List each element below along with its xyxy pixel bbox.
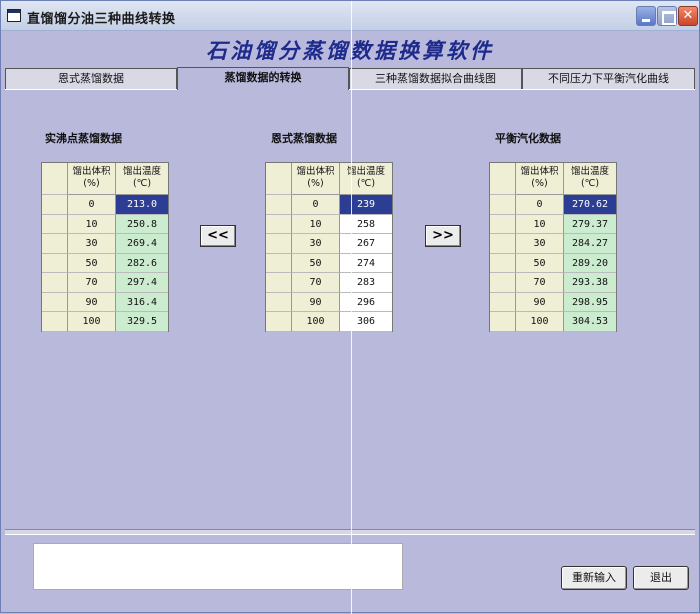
col-header-volume: 馏出体积 (%): [516, 163, 564, 195]
table-row[interactable]: 100 306: [266, 312, 392, 332]
ens-data-grid[interactable]: 馏出体积 (%) 馏出温度 (℃) 0 239 10 258 30 267 50 274…: [265, 162, 393, 332]
table-row[interactable]: 30 284.27: [490, 234, 616, 254]
table-row[interactable]: 10 258: [266, 214, 392, 234]
temp-cell[interactable]: 267: [340, 234, 392, 254]
temp-cell[interactable]: 306: [340, 312, 392, 332]
tab-fitting-curves[interactable]: 三种蒸馏数据拟合曲线图: [349, 68, 522, 89]
table-header-row: 馏出体积 (%) 馏出温度 (℃): [42, 163, 168, 195]
temp-cell[interactable]: 213.0: [116, 195, 168, 215]
table-row[interactable]: 90 296: [266, 292, 392, 312]
window-title: 直馏馏分油三种曲线转换: [27, 12, 176, 27]
table-row[interactable]: 0 239: [266, 195, 392, 215]
temp-cell[interactable]: 296: [340, 292, 392, 312]
main-window: 直馏馏分油三种曲线转换 ✕ 石油馏分蒸馏数据换算软件 恩式蒸馏数据 蒸馏数据的转…: [0, 0, 700, 614]
table-row[interactable]: 50 274: [266, 253, 392, 273]
tab-bar: 恩式蒸馏数据 蒸馏数据的转换 三种蒸馏数据拟合曲线图 不同压力下平衡汽化曲线: [5, 67, 695, 90]
tbp-section-title: 实沸点蒸馏数据: [45, 132, 122, 145]
temp-cell[interactable]: 304.53: [564, 312, 616, 332]
temp-cell[interactable]: 250.8: [116, 214, 168, 234]
table-row[interactable]: 50 282.6: [42, 253, 168, 273]
table-row[interactable]: 90 316.4: [42, 292, 168, 312]
table-row[interactable]: 70 283: [266, 273, 392, 293]
tbp-data-grid[interactable]: 馏出体积 (%) 馏出温度 (℃) 0 213.0 10 250.8 30 269.4…: [41, 162, 169, 332]
title-bar[interactable]: 直馏馏分油三种曲线转换 ✕: [1, 1, 699, 31]
table-row[interactable]: 70 297.4: [42, 273, 168, 293]
temp-cell[interactable]: 274: [340, 253, 392, 273]
temp-cell[interactable]: 329.5: [116, 312, 168, 332]
temp-cell[interactable]: 283: [340, 273, 392, 293]
temp-cell[interactable]: 279.37: [564, 214, 616, 234]
close-icon: ✕: [682, 8, 694, 23]
app-heading: 石油馏分蒸馏数据换算软件: [206, 38, 494, 63]
temp-cell[interactable]: 284.27: [564, 234, 616, 254]
temp-cell[interactable]: 270.62: [564, 195, 616, 215]
col-header-volume: 馏出体积 (%): [292, 163, 340, 195]
table-row[interactable]: 30 267: [266, 234, 392, 254]
table-row[interactable]: 10 279.37: [490, 214, 616, 234]
app-icon[interactable]: [7, 9, 21, 22]
temp-cell[interactable]: 239: [340, 195, 392, 215]
table-row[interactable]: 30 269.4: [42, 234, 168, 254]
vertical-guide-line: [351, 1, 352, 614]
tab-ens-distillation[interactable]: 恩式蒸馏数据: [5, 68, 177, 89]
tab-flash-vaporization-curves[interactable]: 不同压力下平衡汽化曲线: [522, 68, 695, 89]
table-row[interactable]: 100 329.5: [42, 312, 168, 332]
exit-button[interactable]: 退出: [633, 566, 689, 590]
table-row[interactable]: 100 304.53: [490, 312, 616, 332]
col-header-temperature: 馏出温度 (℃): [340, 163, 392, 195]
convert-right-button[interactable]: >>: [425, 225, 461, 247]
tab-distillation-conversion[interactable]: 蒸馏数据的转换: [177, 67, 349, 90]
temp-cell[interactable]: 289.20: [564, 253, 616, 273]
col-header-volume: 馏出体积 (%): [68, 163, 116, 195]
reset-button[interactable]: 重新输入: [561, 566, 627, 590]
table-header-row: 馏出体积 (%) 馏出温度 (℃): [490, 163, 616, 195]
convert-left-button[interactable]: <<: [200, 225, 236, 247]
flash-section-title: 平衡汽化数据: [495, 132, 561, 145]
temp-cell[interactable]: 258: [340, 214, 392, 234]
close-button[interactable]: ✕: [678, 6, 698, 26]
col-header-temperature: 馏出温度 (℃): [564, 163, 616, 195]
table-row[interactable]: 0 270.62: [490, 195, 616, 215]
bottom-separator: [5, 529, 695, 535]
table-row[interactable]: 0 213.0: [42, 195, 168, 215]
col-header-temperature: 馏出温度 (℃): [116, 163, 168, 195]
table-row[interactable]: 10 250.8: [42, 214, 168, 234]
minimize-button[interactable]: [636, 6, 656, 26]
table-row[interactable]: 70 293.38: [490, 273, 616, 293]
maximize-button[interactable]: [657, 6, 677, 26]
table-row[interactable]: 50 289.20: [490, 253, 616, 273]
temp-cell[interactable]: 316.4: [116, 292, 168, 312]
temp-cell[interactable]: 269.4: [116, 234, 168, 254]
table-row[interactable]: 90 298.95: [490, 292, 616, 312]
flash-data-grid[interactable]: 馏出体积 (%) 馏出温度 (℃) 0 270.62 10 279.37 30 284…: [489, 162, 617, 332]
temp-cell[interactable]: 282.6: [116, 253, 168, 273]
ens-section-title: 恩式蒸馏数据: [271, 132, 337, 145]
temp-cell[interactable]: 293.38: [564, 273, 616, 293]
temp-cell[interactable]: 297.4: [116, 273, 168, 293]
message-box[interactable]: [33, 543, 403, 590]
temp-cell[interactable]: 298.95: [564, 292, 616, 312]
table-header-row: 馏出体积 (%) 馏出温度 (℃): [266, 163, 392, 195]
